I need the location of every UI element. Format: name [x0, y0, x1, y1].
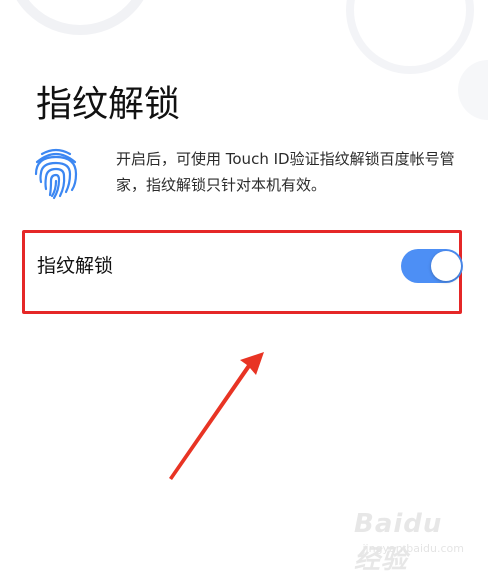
fingerprint-unlock-setting-row[interactable]: 指纹解锁 [22, 230, 463, 314]
watermark: Baidu经验 jingyan.baidu.com [354, 507, 464, 575]
page-title: 指纹解锁 [36, 84, 181, 125]
fingerprint-unlock-toggle[interactable] [401, 249, 463, 283]
fingerprint-icon [34, 148, 78, 200]
toggle-knob [431, 251, 461, 281]
description-text: 开启后，可使用 Touch ID验证指纹解锁百度帐号管家，指纹解锁只针对本机有效… [116, 150, 455, 194]
setting-label: 指纹解锁 [37, 255, 114, 277]
watermark-url: jingyan.baidu.com [362, 542, 464, 555]
